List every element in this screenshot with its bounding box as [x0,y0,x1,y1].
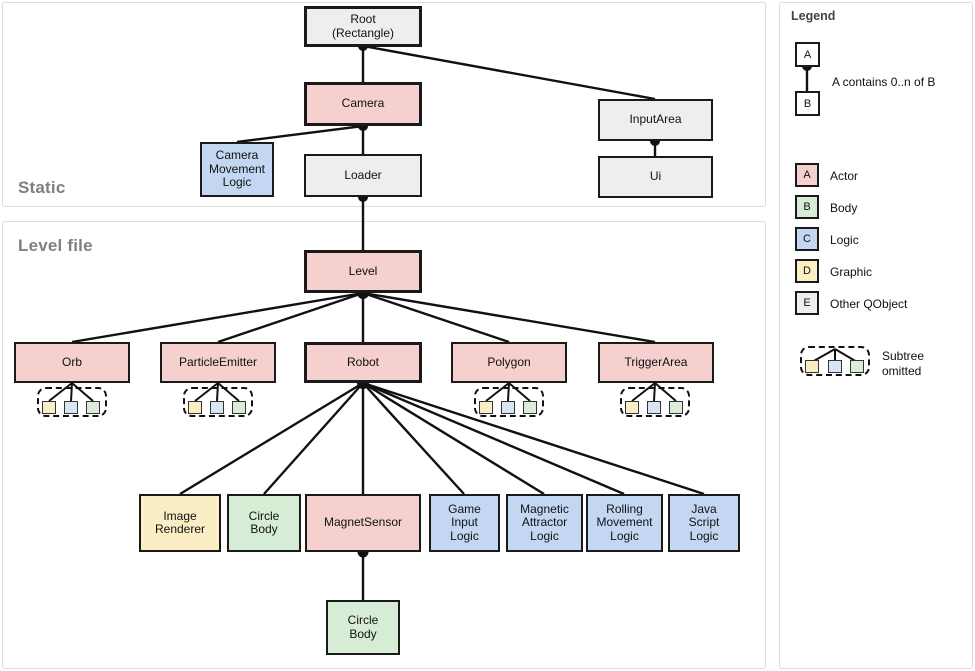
node-ui[interactable]: Ui [598,156,713,198]
node-orb-label: Orb [61,354,82,369]
legend-swatch-letter: D [803,265,811,277]
node-image-renderer[interactable]: Image Renderer [139,494,221,552]
legend-subtree-minibox-graphic [805,360,819,373]
node-magnetic-attractor-logic[interactable]: Magnetic Attractor Logic [506,494,583,552]
legend-subtree-minibox-body [850,360,864,373]
legend-swatch-letter: A [803,169,811,181]
node-circle-body-2[interactable]: Circle Body [326,600,400,655]
node-input-area[interactable]: InputArea [598,99,713,141]
node-camera-label: Camera [341,96,385,111]
panel-legend-title: Legend [791,9,836,23]
node-robot[interactable]: Robot [304,342,422,383]
legend-label-graphic: Graphic [830,265,873,279]
legend-subtree-text-line1: Subtree [882,349,925,363]
node-magnetic-attractor-logic-label: Magnetic Attractor Logic [520,501,569,543]
legend-swatch-other-qobject: E [795,291,819,315]
node-particle-emitter-label: ParticleEmitter [178,354,258,369]
node-trigger-area[interactable]: TriggerArea [598,342,714,383]
node-java-script-logic-label: Java Script Logic [688,501,720,543]
legend-subtree-minibox-logic [828,360,842,373]
node-loader-label: Loader [344,167,382,182]
legend-swatch-letter: C [803,233,811,245]
node-root[interactable]: Root (Rectangle) [304,6,422,47]
node-root-label: Root (Rectangle) [331,12,395,40]
node-polygon[interactable]: Polygon [451,342,567,383]
diagram-canvas: Static Level file Legend Root (Rectangle… [0,0,975,671]
subtree-minibox-body [669,401,683,414]
node-circle-body-label: Circle Body [248,508,280,536]
legend-swatch-body: B [795,195,819,219]
node-input-area-label: InputArea [629,112,682,127]
legend-subtree-text-line2: omitted [882,364,922,378]
node-image-renderer-label: Image Renderer [154,508,206,536]
node-ui-label: Ui [649,169,662,184]
subtree-minibox-logic [501,401,515,414]
node-loader[interactable]: Loader [304,154,422,197]
node-camera-movement-logic[interactable]: Camera Movement Logic [200,142,274,197]
node-circle-body[interactable]: Circle Body [227,494,301,552]
subtree-minibox-body [523,401,537,414]
node-trigger-area-label: TriggerArea [624,354,688,369]
node-game-input-logic-label: Game Input Logic [448,501,481,543]
subtree-minibox-logic [210,401,224,414]
node-polygon-label: Polygon [487,354,531,369]
legend-label-logic: Logic [830,233,859,247]
legend-swatch-logic: C [795,227,819,251]
node-level[interactable]: Level [304,250,422,293]
legend-containment-parent-label: A [803,48,812,61]
legend-containment-child: B [795,91,820,116]
subtree-minibox-graphic [625,401,639,414]
legend-containment-text: A contains 0..n of B [832,75,936,89]
subtree-minibox-logic [64,401,78,414]
node-level-label: Level [348,263,378,278]
node-magnet-sensor[interactable]: MagnetSensor [305,494,421,552]
legend-label-other-qobject: Other QObject [830,297,908,311]
panel-level-title: Level file [18,236,93,255]
node-game-input-logic[interactable]: Game Input Logic [429,494,500,552]
node-camera-movement-logic-label: Camera Movement Logic [208,148,266,190]
legend-swatch-letter: B [803,201,811,213]
node-orb[interactable]: Orb [14,342,130,383]
panel-static-title: Static [18,178,66,197]
node-magnet-sensor-label: MagnetSensor [323,515,403,530]
legend-containment-child-label: B [803,97,812,110]
node-particle-emitter[interactable]: ParticleEmitter [160,342,276,383]
subtree-minibox-graphic [479,401,493,414]
node-circle-body-2-label: Circle Body [347,613,379,641]
subtree-minibox-graphic [42,401,56,414]
legend-swatch-letter: E [803,297,811,309]
node-camera[interactable]: Camera [304,82,422,126]
legend-swatch-actor: A [795,163,819,187]
subtree-minibox-body [232,401,246,414]
subtree-minibox-logic [647,401,661,414]
legend-swatch-graphic: D [795,259,819,283]
subtree-minibox-graphic [188,401,202,414]
legend-subtree-text: Subtree omitted [882,349,924,379]
node-java-script-logic[interactable]: Java Script Logic [668,494,740,552]
legend-containment-parent: A [795,42,820,67]
legend-label-actor: Actor [830,169,859,183]
node-rolling-movement-logic-label: Rolling Movement Logic [596,501,653,543]
node-rolling-movement-logic[interactable]: Rolling Movement Logic [586,494,663,552]
subtree-minibox-body [86,401,100,414]
legend-label-body: Body [830,201,858,215]
node-robot-label: Robot [346,354,380,369]
